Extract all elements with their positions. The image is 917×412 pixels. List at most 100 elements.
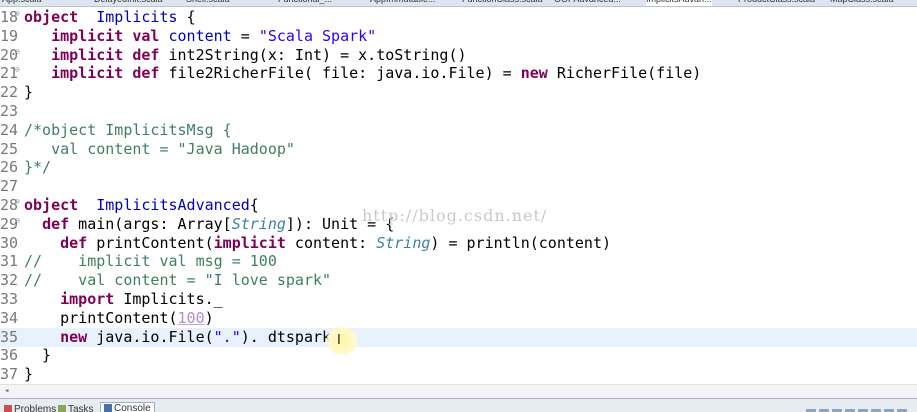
scroll-left-arrow-icon[interactable]: ◂ bbox=[4, 386, 9, 396]
code-text: /*object ImplicitsMsg { bbox=[24, 121, 232, 140]
token-kw: implicit bbox=[51, 64, 124, 83]
fold-toggle-icon[interactable]: ⊖ bbox=[15, 9, 20, 18]
token-fld: Implicits bbox=[96, 8, 178, 26]
code-text: object Implicits { bbox=[24, 8, 196, 27]
line-number: 30 bbox=[0, 233, 19, 252]
fold-toggle-icon[interactable]: ⊖ bbox=[15, 197, 20, 206]
code-text: object ImplicitsAdvanced{ bbox=[24, 196, 259, 215]
token-kw: def bbox=[132, 64, 160, 83]
line-number: 37 bbox=[0, 365, 19, 384]
code-editor[interactable]: 18 ⊖ object Implicits {19 implicit val con… bbox=[0, 6, 917, 384]
watermark: http://blog.csdn.net/ bbox=[362, 206, 548, 225]
line-number: 32 bbox=[0, 271, 19, 290]
token-kw: val bbox=[132, 26, 160, 45]
token-plain: java.io.File( bbox=[87, 327, 214, 346]
cursor-highlight bbox=[326, 327, 358, 355]
token-plain: { bbox=[177, 8, 196, 26]
token-plain: ) = println(content) bbox=[430, 233, 612, 252]
fold-toggle-icon[interactable]: ⊖ bbox=[15, 47, 20, 56]
token-kw: implicit bbox=[213, 233, 286, 252]
code-line[interactable]: 36 } bbox=[0, 346, 917, 365]
code-line[interactable]: 25 val content = "Java Hadoop" bbox=[0, 140, 917, 159]
line-number: 33 bbox=[0, 290, 19, 308]
token-kw: new bbox=[520, 64, 548, 83]
code-text: printContent(100) bbox=[24, 309, 214, 328]
token-plain: printContent( bbox=[24, 308, 178, 327]
token-str: "Scala Spark" bbox=[258, 26, 377, 45]
token-ty: String bbox=[376, 233, 431, 252]
token-plain: { bbox=[249, 196, 259, 214]
code-line[interactable]: 18 ⊖ object Implicits { bbox=[0, 8, 917, 27]
code-line[interactable]: 27 bbox=[0, 177, 917, 196]
token-plain: main(args: Array[ bbox=[69, 214, 232, 233]
horizontal-scrollbar[interactable]: ◂ bbox=[0, 384, 917, 399]
code-text: implicit def int2String(x: Int) = x.toSt… bbox=[24, 45, 466, 65]
line-number: 34 bbox=[0, 308, 19, 327]
line-number: 31 bbox=[0, 252, 19, 271]
token-kw: def bbox=[132, 45, 160, 64]
code-line[interactable]: 26 }*/ bbox=[0, 158, 917, 177]
code-text: } bbox=[24, 346, 51, 365]
token-plain: file2RicherFile( file: java.io.File) = bbox=[159, 64, 521, 83]
code-text: import Implicits._ bbox=[24, 290, 223, 309]
code-text: }*/ bbox=[24, 158, 51, 177]
line-number: 27 bbox=[0, 177, 19, 196]
fold-toggle-icon[interactable]: ⊖ bbox=[15, 216, 20, 225]
line-number: 26 bbox=[0, 158, 19, 177]
code-line[interactable]: 22} bbox=[0, 83, 917, 102]
code-text: def main(args: Array[String]): Unit = { bbox=[24, 215, 394, 234]
token-cm: // val content = "I love spark" bbox=[24, 271, 332, 290]
token-fld: ImplicitsAdvanced bbox=[96, 196, 250, 214]
code-text: implicit def file2RicherFile( file: java… bbox=[24, 64, 701, 83]
code-line[interactable]: 23 bbox=[0, 102, 917, 121]
fold-toggle-icon[interactable]: ⊖ bbox=[15, 65, 20, 74]
line-number: 35 bbox=[0, 327, 19, 346]
token-cm: val content = "Java Hadoop" bbox=[24, 139, 295, 158]
code-line[interactable]: 20 ⊖ implicit def int2String(x: Int) = x.… bbox=[0, 46, 917, 65]
code-line[interactable]: 37} bbox=[0, 365, 917, 384]
token-plain: RicherFile(file) bbox=[547, 64, 702, 83]
code-line[interactable]: 33 import Implicits._ bbox=[0, 290, 917, 309]
token-plain: } bbox=[24, 365, 34, 384]
code-line[interactable]: 32 // val content = "I love spark" bbox=[0, 271, 917, 290]
token-plain: Implicits._ bbox=[114, 290, 223, 308]
token-kw: object bbox=[24, 8, 79, 26]
code-line[interactable]: 34 printContent(100) bbox=[0, 309, 917, 328]
token-kw: implicit bbox=[51, 26, 124, 45]
line-number: 23 bbox=[0, 102, 19, 120]
token-fld: content bbox=[168, 26, 232, 45]
code-line[interactable]: 19 implicit val content = "Scala Spark" bbox=[0, 27, 917, 46]
code-line[interactable]: 31 // implicit val msg = 100 bbox=[0, 252, 917, 271]
token-cm: }*/ bbox=[24, 158, 52, 177]
bottom-panel: Problems Tasks Console bbox=[0, 398, 917, 412]
line-number: 19 bbox=[0, 26, 19, 45]
code-line[interactable]: 30 def printContent(implicit content: St… bbox=[0, 234, 917, 253]
token-plain: printContent( bbox=[87, 233, 214, 252]
code-text: // val content = "I love spark" bbox=[24, 271, 331, 290]
problems-icon bbox=[4, 405, 12, 412]
token-kw: object bbox=[24, 196, 79, 214]
code-text: // implicit val msg = 100 bbox=[24, 252, 277, 271]
ibeam-cursor-icon: I bbox=[337, 333, 341, 348]
code-text: def printContent(implicit content: Strin… bbox=[24, 234, 611, 253]
token-cm: /*object ImplicitsMsg { bbox=[24, 120, 232, 139]
line-number: 22 bbox=[0, 83, 19, 102]
token-kw: def bbox=[60, 233, 88, 252]
token-plain: ). dtspark bbox=[240, 327, 332, 346]
token-plain: = bbox=[231, 26, 259, 45]
token-str: "." bbox=[213, 327, 241, 346]
line-number: 36 bbox=[0, 346, 19, 365]
code-line[interactable]: 21 ⊖ implicit def file2RicherFile( file: … bbox=[0, 64, 917, 83]
token-num: 100 bbox=[177, 308, 205, 327]
code-line[interactable]: 35 new java.io.File("."). dtspark bbox=[0, 327, 917, 347]
code-line[interactable]: 24 /*object ImplicitsMsg { bbox=[0, 121, 917, 140]
token-cm: // implicit val msg = 100 bbox=[24, 252, 277, 271]
